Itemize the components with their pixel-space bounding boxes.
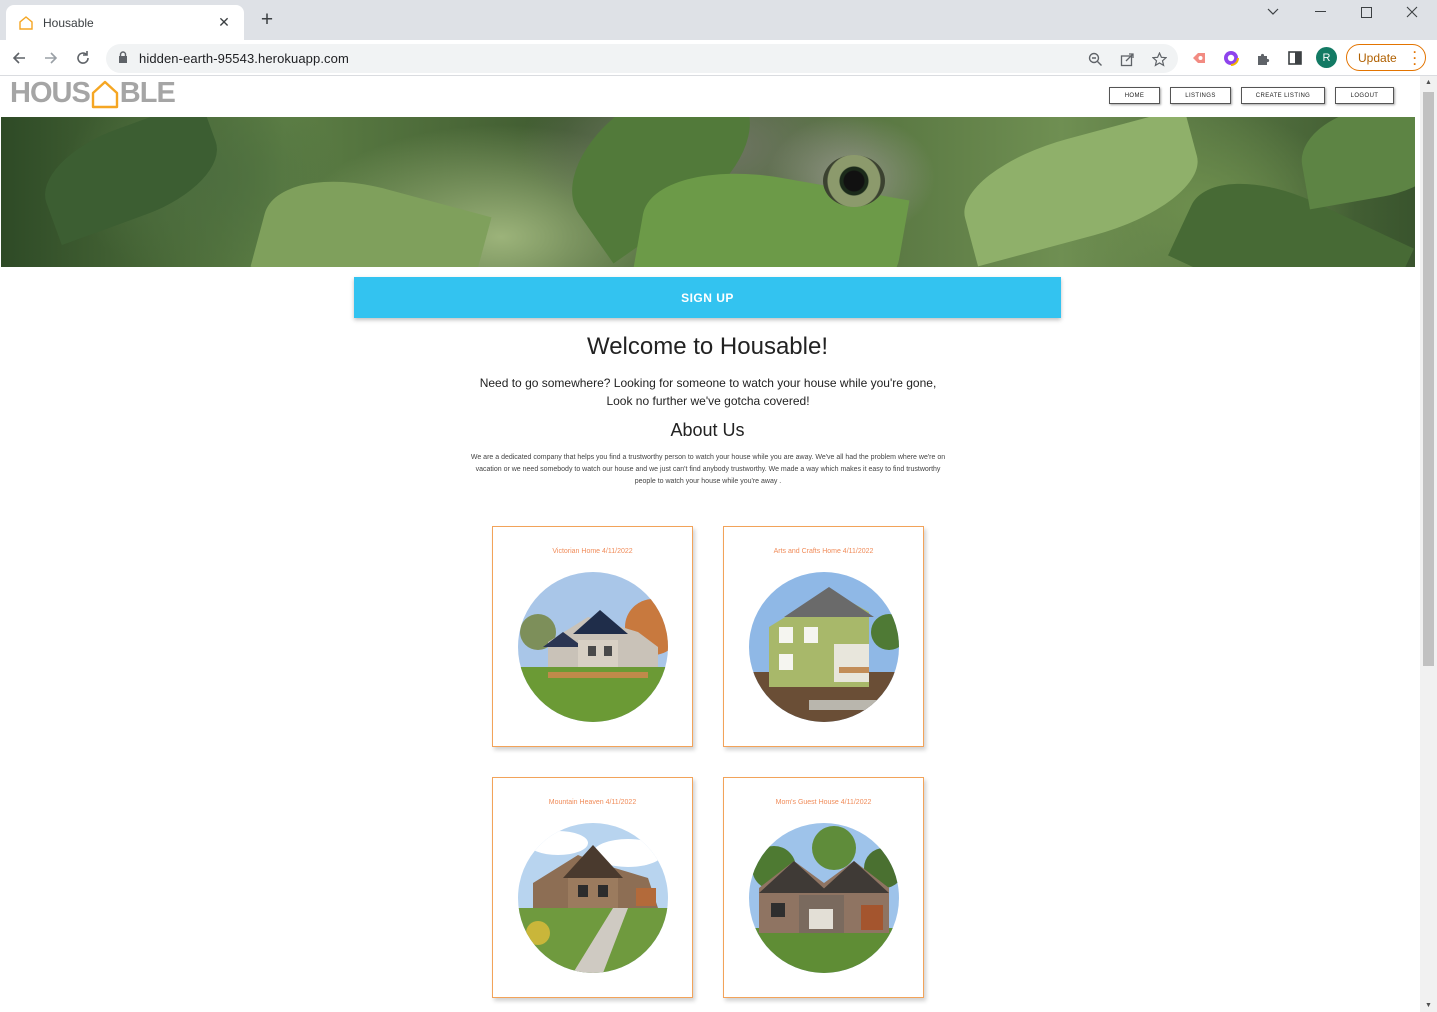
side-panel-icon[interactable] <box>1282 45 1308 71</box>
minimize-icon[interactable] <box>1297 0 1343 24</box>
housable-logo[interactable]: HOUS BLE <box>10 77 176 110</box>
url-text[interactable]: hidden-earth-95543.herokuapp.com <box>139 51 349 66</box>
browser-tabstrip: Housable ✕ + <box>0 0 1437 40</box>
intro-text: Need to go somewhere? Looking for someon… <box>479 376 937 408</box>
about-text: We are a dedicated company that helps yo… <box>470 454 946 485</box>
nav-logout-button[interactable]: LOGOUT <box>1335 87 1394 104</box>
new-tab-button[interactable]: + <box>256 9 278 31</box>
page-scrollbar[interactable]: ▲ ▼ <box>1420 76 1437 1012</box>
forward-arrow-icon[interactable] <box>38 45 64 71</box>
welcome-heading: Welcome to Housable! <box>586 333 828 360</box>
page-viewport: HOUS BLE HOME LISTINGS CREATE LISTING LO… <box>0 76 1437 1012</box>
listing-photo[interactable] <box>749 572 899 722</box>
zoom-icon[interactable] <box>1085 49 1105 69</box>
bookmark-star-icon[interactable] <box>1149 49 1169 69</box>
color-picker-extension-icon[interactable] <box>1218 45 1244 71</box>
about-heading: About Us <box>670 420 745 440</box>
update-button[interactable]: Update · · · <box>1346 44 1426 71</box>
sign-up-button[interactable]: SIGN UP <box>354 277 1061 318</box>
logo-text-right: BLE <box>119 77 176 109</box>
cat-eye-graphic <box>823 155 885 207</box>
reload-icon[interactable] <box>70 45 96 71</box>
listing-title[interactable]: Mountain Heaven 4/11/2022 <box>493 799 692 806</box>
extension-cast-icon[interactable] <box>1186 45 1212 71</box>
maximize-icon[interactable] <box>1343 0 1389 24</box>
logo-text-left: HOUS <box>10 77 91 109</box>
listing-title[interactable]: Victorian Home 4/11/2022 <box>493 548 692 555</box>
listing-photo[interactable] <box>749 823 899 973</box>
tab-search-icon[interactable] <box>1250 0 1296 24</box>
browser-toolbar: hidden-earth-95543.herokuapp.com R Updat… <box>0 40 1437 76</box>
house-favicon-icon <box>18 15 34 31</box>
nav-create-listing-button[interactable]: CREATE LISTING <box>1241 87 1325 104</box>
scrollbar-thumb[interactable] <box>1423 92 1434 666</box>
logo-house-icon <box>91 80 118 109</box>
more-menu-icon[interactable]: · · · <box>1413 46 1417 70</box>
close-window-icon[interactable] <box>1389 0 1435 24</box>
scroll-down-arrow-icon[interactable]: ▼ <box>1424 1002 1433 1009</box>
browser-tab[interactable]: Housable ✕ <box>6 5 244 40</box>
listing-card[interactable]: Mom's Guest House 4/11/2022 <box>723 777 924 998</box>
listing-card[interactable]: Arts and Crafts Home 4/11/2022 <box>723 526 924 747</box>
share-icon[interactable] <box>1117 49 1137 69</box>
tab-title: Housable <box>43 15 94 30</box>
close-tab-icon[interactable]: ✕ <box>216 14 232 31</box>
back-arrow-icon[interactable] <box>6 45 32 71</box>
profile-avatar[interactable]: R <box>1316 47 1337 68</box>
address-bar[interactable]: hidden-earth-95543.herokuapp.com <box>106 44 1178 73</box>
nav-home-button[interactable]: HOME <box>1109 87 1160 104</box>
listing-card[interactable]: Victorian Home 4/11/2022 <box>492 526 693 747</box>
lock-icon[interactable] <box>118 51 128 69</box>
listing-card[interactable]: Mountain Heaven 4/11/2022 <box>492 777 693 998</box>
hero-banner-image <box>1 117 1415 267</box>
listing-title[interactable]: Arts and Crafts Home 4/11/2022 <box>724 548 923 555</box>
scroll-up-arrow-icon[interactable]: ▲ <box>1424 79 1433 86</box>
listing-photo[interactable] <box>518 572 668 722</box>
extensions-puzzle-icon[interactable] <box>1250 45 1276 71</box>
listing-photo[interactable] <box>518 823 668 973</box>
update-label: Update <box>1358 50 1397 65</box>
listing-title[interactable]: Mom's Guest House 4/11/2022 <box>724 799 923 806</box>
nav-listings-button[interactable]: LISTINGS <box>1170 87 1231 104</box>
